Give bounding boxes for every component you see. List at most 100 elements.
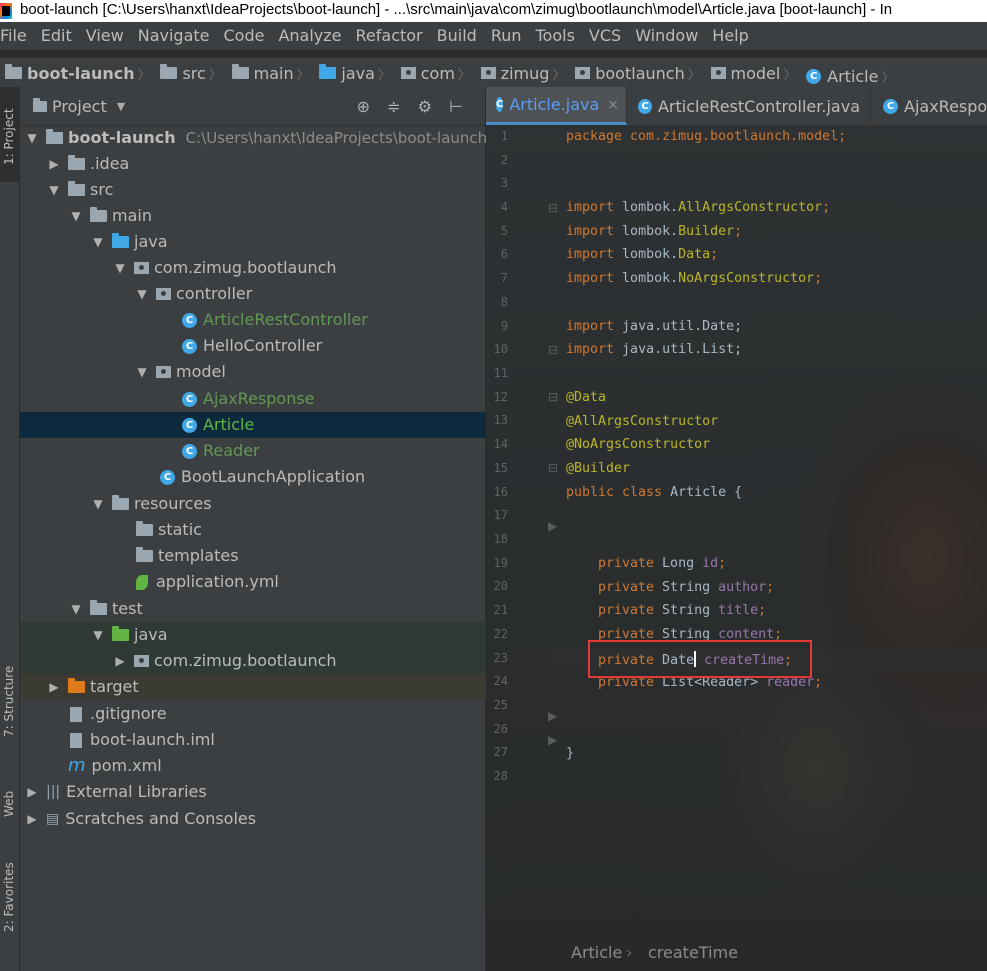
menu-analyze[interactable]: Analyze (271, 22, 348, 50)
fold-arrow-icon[interactable]: ▶ (548, 733, 557, 747)
line-number: 28 (493, 769, 508, 783)
footer-crumb-article[interactable]: Article (571, 943, 622, 962)
close-icon[interactable]: × (607, 97, 619, 113)
window-title: boot-launch [C:\Users\hanxt\IdeaProjects… (20, 1, 893, 18)
spring-boot-class-icon: C (160, 469, 175, 485)
tab-articlerestcontroller-java[interactable]: C ArticleRestController.java (628, 87, 871, 125)
line-number: 4 (500, 200, 508, 214)
project-view-selector[interactable]: Project ▼ (33, 97, 125, 116)
expand-arrow-icon: ▼ (49, 183, 59, 197)
menu-run[interactable]: Run (484, 22, 529, 50)
tree-item-scratches[interactable]: ▶ ▤ Scratches and Consoles (20, 806, 489, 832)
tree-item-java[interactable]: ▼ java (20, 229, 555, 255)
footer-crumb-createtime[interactable]: createTime (648, 943, 738, 962)
tree-item-target[interactable]: ▶ target (20, 674, 511, 700)
menu-help[interactable]: Help (705, 22, 755, 50)
crumb-bootlaunch[interactable]: bootlaunch 〉 (575, 58, 706, 88)
tree-item-main[interactable]: ▼ main (20, 203, 533, 229)
folder-icon (90, 207, 107, 222)
crumb-article[interactable]: C Article 〉 (806, 62, 899, 89)
expand-arrow-icon: ▼ (93, 497, 103, 511)
tree-item-test[interactable]: ▼ test (20, 596, 533, 622)
class-icon: C (883, 98, 898, 114)
class-icon: C (182, 417, 197, 433)
crumb-boot-launch[interactable]: boot-launch 〉 (5, 58, 156, 88)
code-line-20: private String author; (598, 580, 775, 595)
package-icon (575, 67, 591, 79)
editor-background-image (486, 87, 987, 971)
tree-item-external-libraries[interactable]: ▶ ||| External Libraries (20, 779, 489, 805)
line-number: 3 (500, 176, 508, 190)
crumb-model[interactable]: model 〉 (710, 58, 802, 88)
tab-ajaxresponse-java[interactable]: C AjaxRespo (873, 87, 987, 125)
tool-tab-project[interactable]: 1: Project (0, 87, 19, 182)
tree-item-test-java[interactable]: ▼ java (20, 622, 555, 648)
expand-arrow-icon: ▼ (137, 365, 147, 379)
breadcrumb: boot-launch 〉 src 〉 main 〉 java 〉 com 〉 zimug… (0, 57, 987, 89)
folder-icon (5, 64, 22, 79)
menu-code[interactable]: Code (217, 22, 272, 50)
line-number: 16 (493, 485, 508, 499)
collapse-arrow-icon: ▶ (27, 785, 37, 799)
collapse-arrow-icon: ▶ (49, 680, 59, 694)
tab-article-java[interactable]: C Article.java × (486, 87, 627, 125)
fold-marker-icon[interactable]: ⊟ (548, 461, 558, 475)
menu-navigate[interactable]: Navigate (131, 22, 217, 50)
expand-arrow-icon: ▼ (71, 209, 81, 223)
tree-item-iml[interactable]: boot-launch.iml (20, 727, 535, 753)
menu-vcs[interactable]: VCS (582, 22, 628, 50)
fold-arrow-icon[interactable]: ▶ (548, 519, 557, 533)
code-editor[interactable]: C Article.java × C ArticleRestController.ja… (486, 87, 987, 971)
line-number: 11 (493, 366, 508, 380)
line-number: 18 (493, 532, 508, 546)
folder-icon (68, 181, 85, 196)
fold-marker-icon[interactable]: ⊟ (548, 201, 558, 215)
crumb-zimug[interactable]: zimug 〉 (480, 58, 571, 88)
footer-crumb-separator: › (626, 943, 633, 962)
fold-marker-icon[interactable]: ⊟ (548, 343, 558, 357)
tree-item-boot-launch[interactable]: ▼ boot-launch C:\Users\hanxt\IdeaProjects\… (20, 125, 489, 151)
line-number: 19 (493, 556, 508, 570)
tree-item-gitignore[interactable]: .gitignore (20, 701, 535, 727)
line-number: 25 (493, 698, 508, 712)
class-icon: C (638, 98, 652, 114)
menu-edit[interactable]: Edit (34, 22, 79, 50)
code-line-21: private String title; (598, 603, 767, 618)
menu-build[interactable]: Build (430, 22, 484, 50)
line-number: 23 (493, 651, 508, 665)
menu-file[interactable]: File (0, 22, 34, 50)
package-icon (156, 288, 171, 300)
menu-refactor[interactable]: Refactor (349, 22, 430, 50)
crumb-main[interactable]: main 〉 (231, 58, 315, 88)
tool-tab-favorites[interactable]: 2: Favorites (0, 857, 19, 947)
folder-icon (231, 64, 249, 79)
project-panel-header: Project ▼ ⊕ ≑ ⚙ ⊢ (20, 87, 485, 126)
project-panel: Project ▼ ⊕ ≑ ⚙ ⊢ ▼ boot-launch C:\Users\h… (20, 87, 647, 971)
menu-tools[interactable]: Tools (529, 22, 582, 50)
code-line-12: @Data (566, 390, 607, 405)
fold-marker-icon[interactable]: ⊟ (548, 390, 558, 404)
tool-tab-web[interactable]: Web (0, 782, 19, 832)
project-panel-toolbar[interactable]: ⊕ ≑ ⚙ ⊢ (357, 97, 469, 116)
code-line-15: @Builder (566, 461, 631, 476)
fold-arrow-icon[interactable]: ▶ (548, 709, 557, 723)
line-number: 13 (493, 413, 508, 427)
expand-arrow-icon: ▼ (27, 131, 37, 145)
folder-icon (160, 64, 178, 79)
menu-view[interactable]: View (79, 22, 131, 50)
tree-item-pom[interactable]: m pom.xml (20, 753, 533, 779)
expand-arrow-icon: ▼ (93, 628, 103, 642)
crumb-src[interactable]: src 〉 (160, 58, 226, 88)
module-folder-icon (46, 129, 63, 144)
source-folder-icon (112, 233, 129, 248)
crumb-java[interactable]: java 〉 (319, 58, 396, 88)
class-icon: C (182, 312, 197, 328)
tool-tab-structure[interactable]: 7: Structure (0, 657, 19, 757)
package-icon (710, 67, 726, 79)
tree-item-idea[interactable]: ▶ .idea (20, 151, 511, 177)
crumb-com[interactable]: com 〉 (400, 58, 476, 88)
menu-window[interactable]: Window (628, 22, 705, 50)
code-line-4: import lombok.AllArgsConstructor; (566, 200, 831, 215)
tree-item-resources[interactable]: ▼ resources (20, 491, 555, 517)
tree-item-src[interactable]: ▼ src (20, 177, 511, 203)
